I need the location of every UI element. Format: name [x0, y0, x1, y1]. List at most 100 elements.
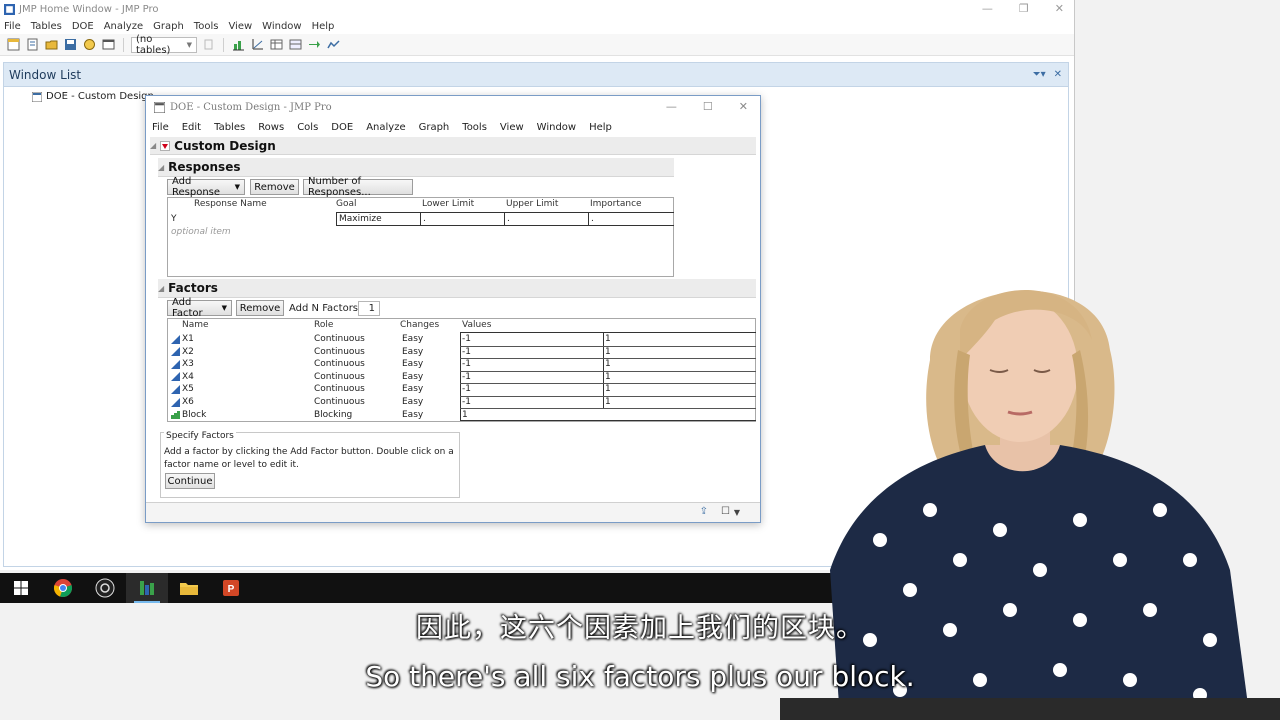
doe-menu-window[interactable]: Window	[537, 122, 576, 133]
factor-name-text[interactable]: X3	[182, 359, 194, 369]
save-icon[interactable]	[63, 37, 78, 52]
home-menu-window[interactable]: Window	[262, 21, 301, 32]
taskbar-file-explorer[interactable]	[168, 573, 210, 603]
factor-row[interactable]: Block Blocking Easy 1	[168, 409, 756, 422]
factor-role[interactable]: Continuous	[314, 333, 365, 345]
taskbar-chrome[interactable]	[42, 573, 84, 603]
factor-role[interactable]: Continuous	[314, 383, 365, 395]
factor-low-value[interactable]: -1	[462, 396, 471, 408]
factor-row[interactable]: X4 Continuous Easy -1 1	[168, 371, 756, 384]
response-lower-cell[interactable]: .	[423, 213, 426, 225]
factor-role[interactable]: Blocking	[314, 409, 352, 421]
factor-low-value[interactable]: -1	[462, 383, 471, 395]
home-menu-tables[interactable]: Tables	[31, 21, 62, 32]
window-list-item[interactable]: DOE - Custom Design	[32, 91, 154, 102]
response-upper-cell[interactable]: .	[507, 213, 510, 225]
factor-low-value[interactable]: -1	[462, 358, 471, 370]
doe-menu-analyze[interactable]: Analyze	[366, 122, 405, 133]
factor-low-value[interactable]: 1	[462, 409, 468, 421]
continue-button[interactable]: Continue	[165, 473, 215, 489]
factor-high-value[interactable]: 1	[605, 383, 611, 395]
factor-name-text[interactable]: X5	[182, 384, 194, 394]
add-n-factors-input[interactable]: 1	[358, 301, 380, 316]
grid-icon[interactable]	[288, 37, 303, 52]
disclosure-triangle-icon[interactable]: ◢	[150, 141, 156, 150]
home-menu-tools[interactable]: Tools	[194, 21, 219, 32]
minimize-icon[interactable]: —	[982, 2, 993, 15]
arrow-icon[interactable]	[307, 37, 322, 52]
add-response-button[interactable]: Add Response ▼	[167, 176, 245, 198]
close-icon[interactable]: ✕	[739, 100, 748, 113]
filter-icon[interactable]: ⏷▾	[1033, 69, 1046, 80]
factor-name-text[interactable]: X1	[182, 334, 194, 344]
factor-name-text[interactable]: X4	[182, 372, 194, 382]
doe-menu-graph[interactable]: Graph	[419, 122, 450, 133]
response-importance-cell[interactable]: .	[591, 213, 594, 225]
factor-high-value[interactable]: 1	[605, 346, 611, 358]
factor-changes[interactable]: Easy	[402, 371, 423, 383]
taskbar-powerpoint[interactable]: P	[210, 573, 252, 603]
data-filter-icon[interactable]	[201, 37, 216, 52]
factor-changes[interactable]: Easy	[402, 383, 423, 395]
response-goal-cell[interactable]: Maximize	[339, 213, 382, 225]
factor-low-value[interactable]: -1	[462, 346, 471, 358]
taskbar-jmp[interactable]	[126, 573, 168, 603]
home-menu-help[interactable]: Help	[312, 21, 335, 32]
table-select[interactable]: (no tables) ▼	[131, 34, 197, 56]
factor-changes[interactable]: Easy	[402, 346, 423, 358]
panel-icon[interactable]: ☐	[721, 506, 730, 517]
open-folder-icon[interactable]	[44, 37, 59, 52]
factor-role[interactable]: Continuous	[314, 358, 365, 370]
factor-high-value[interactable]: 1	[605, 358, 611, 370]
close-icon[interactable]: ✕	[1055, 2, 1064, 15]
doe-menu-rows[interactable]: Rows	[258, 122, 284, 133]
minimize-icon[interactable]: —	[666, 100, 677, 113]
factor-changes[interactable]: Easy	[402, 358, 423, 370]
doe-menu-edit[interactable]: Edit	[182, 122, 201, 133]
doe-menu-cols[interactable]: Cols	[297, 122, 318, 133]
remove-factor-button[interactable]: Remove	[236, 300, 284, 316]
number-of-responses-button[interactable]: Number of Responses...	[303, 176, 413, 198]
table-icon[interactable]	[269, 37, 284, 52]
red-triangle-menu-icon[interactable]	[160, 140, 171, 151]
home-menu-view[interactable]: View	[228, 21, 252, 32]
factor-row[interactable]: X6 Continuous Easy -1 1	[168, 396, 756, 409]
factor-low-value[interactable]: -1	[462, 371, 471, 383]
doe-menu-view[interactable]: View	[500, 122, 524, 133]
factor-name-text[interactable]: X6	[182, 397, 194, 407]
response-name-cell[interactable]: Y	[171, 213, 177, 225]
factor-role[interactable]: Continuous	[314, 396, 365, 408]
factor-row[interactable]: X5 Continuous Easy -1 1	[168, 383, 756, 396]
doe-menu-tools[interactable]: Tools	[462, 122, 487, 133]
doe-menu-file[interactable]: File	[152, 122, 169, 133]
factor-changes[interactable]: Easy	[402, 409, 423, 421]
factor-low-value[interactable]: -1	[462, 333, 471, 345]
taskbar-obs[interactable]	[84, 573, 126, 603]
chevron-down-icon[interactable]: ▼	[734, 508, 740, 517]
factor-name-text[interactable]: Block	[182, 410, 206, 420]
factor-high-value[interactable]: 1	[605, 396, 611, 408]
factor-role[interactable]: Continuous	[314, 371, 365, 383]
new-table-icon[interactable]	[6, 37, 21, 52]
factor-changes[interactable]: Easy	[402, 333, 423, 345]
factor-changes[interactable]: Easy	[402, 396, 423, 408]
distribution-icon[interactable]	[231, 37, 246, 52]
open-data-icon[interactable]	[82, 37, 97, 52]
home-menu-doe[interactable]: DOE	[72, 21, 94, 32]
factor-name-text[interactable]: X2	[182, 347, 194, 357]
doe-menu-help[interactable]: Help	[589, 122, 612, 133]
disclosure-triangle-icon[interactable]: ◢	[158, 284, 164, 293]
scroll-to-top-icon[interactable]: ⇪	[700, 506, 708, 517]
factor-row[interactable]: X1 Continuous Easy -1 1	[168, 333, 756, 346]
start-button[interactable]	[0, 573, 42, 603]
window-icon[interactable]	[101, 37, 116, 52]
disclosure-triangle-icon[interactable]: ◢	[158, 163, 164, 172]
close-pane-icon[interactable]: ✕	[1054, 69, 1062, 80]
factor-row[interactable]: X2 Continuous Easy -1 1	[168, 346, 756, 359]
factor-row[interactable]: X3 Continuous Easy -1 1	[168, 358, 756, 371]
maximize-icon[interactable]: ☐	[703, 100, 713, 113]
remove-response-button[interactable]: Remove	[250, 179, 299, 195]
doe-menu-tables[interactable]: Tables	[214, 122, 245, 133]
fit-y-by-x-icon[interactable]	[250, 37, 265, 52]
optional-item-placeholder[interactable]: optional item	[171, 226, 231, 238]
